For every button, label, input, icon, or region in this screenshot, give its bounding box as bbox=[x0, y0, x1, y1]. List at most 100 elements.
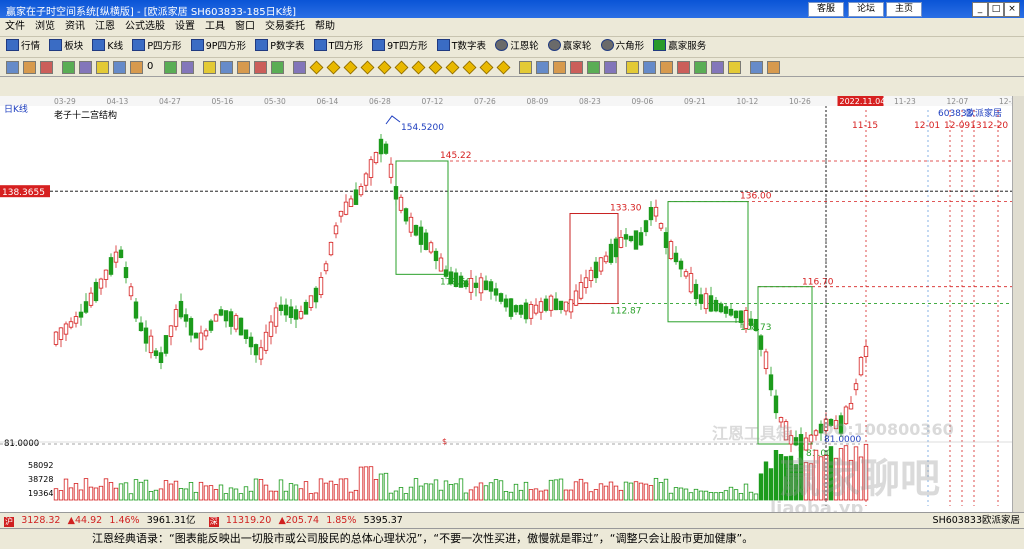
stretch-icon[interactable] bbox=[164, 61, 177, 74]
arrows-icon[interactable] bbox=[79, 61, 92, 74]
toolbar-9t-square[interactable]: 9T四方形 bbox=[372, 37, 428, 57]
list-icon[interactable] bbox=[113, 61, 126, 74]
toolbar-quotes[interactable]: 行情 bbox=[6, 37, 40, 57]
color-icon[interactable] bbox=[750, 61, 763, 74]
volume-bar bbox=[193, 491, 199, 501]
toolbar-p-table[interactable]: P数字表 bbox=[255, 37, 304, 57]
vertical-scrollbar[interactable] bbox=[1012, 96, 1024, 512]
volume-bar bbox=[568, 489, 574, 501]
calendar-icon[interactable] bbox=[677, 61, 690, 74]
minimize-button[interactable]: _ bbox=[972, 2, 988, 17]
tree-icon[interactable] bbox=[570, 61, 583, 74]
diamond-icon[interactable] bbox=[360, 60, 375, 75]
calc-icon[interactable] bbox=[96, 61, 109, 74]
candle-body bbox=[743, 310, 749, 329]
toolbar-gann-wheel[interactable]: 江恩轮 bbox=[495, 37, 539, 57]
volume-bar bbox=[708, 492, 714, 501]
diamond-icon[interactable] bbox=[411, 60, 426, 75]
volume-bar bbox=[563, 489, 569, 501]
play-icon[interactable] bbox=[237, 61, 250, 74]
menu-help[interactable]: 帮助 bbox=[310, 18, 340, 36]
toolbar-9p-square[interactable]: 9P四方形 bbox=[190, 37, 246, 57]
menu-info[interactable]: 资讯 bbox=[60, 18, 90, 36]
first-icon[interactable] bbox=[220, 61, 233, 74]
menu-trade[interactable]: 交易委托 bbox=[260, 18, 310, 36]
calendar-icon[interactable] bbox=[711, 61, 724, 74]
sh-index-pct: 1.46% bbox=[109, 515, 140, 526]
flag-icon[interactable] bbox=[203, 61, 216, 74]
toolbar-t-square[interactable]: T四方形 bbox=[313, 37, 363, 57]
calendar-icon[interactable] bbox=[660, 61, 673, 74]
diamond-icon[interactable] bbox=[445, 60, 460, 75]
forum-button[interactable]: 论坛 bbox=[848, 2, 884, 17]
diamond-icon[interactable] bbox=[479, 60, 494, 75]
hexagon-icon bbox=[600, 39, 614, 51]
candle-body bbox=[553, 298, 559, 311]
chart-icon[interactable] bbox=[40, 61, 53, 74]
gann-wheel-icon bbox=[495, 39, 509, 51]
candle-body bbox=[613, 238, 619, 258]
diamond-icon[interactable] bbox=[343, 60, 358, 75]
prev-icon[interactable] bbox=[254, 61, 267, 74]
toolbar-service[interactable]: 赢家服务 bbox=[653, 37, 706, 57]
grid-icon[interactable] bbox=[23, 61, 36, 74]
cursor-icon[interactable] bbox=[553, 61, 566, 74]
close-button[interactable]: × bbox=[1004, 2, 1020, 17]
volume-bar bbox=[218, 484, 224, 501]
volume-bar bbox=[523, 481, 529, 501]
diamond-icon[interactable] bbox=[326, 60, 341, 75]
tree-icon[interactable] bbox=[587, 61, 600, 74]
candle-body bbox=[543, 298, 549, 311]
stop-icon[interactable] bbox=[6, 61, 19, 74]
candle-body bbox=[738, 310, 744, 323]
search-icon[interactable] bbox=[130, 61, 143, 74]
maximize-button[interactable]: □ bbox=[988, 2, 1004, 17]
diamond-icon[interactable] bbox=[462, 60, 477, 75]
volume-bar bbox=[208, 485, 214, 501]
tree-icon[interactable] bbox=[604, 61, 617, 74]
menu-file[interactable]: 文件 bbox=[0, 18, 30, 36]
next-icon[interactable] bbox=[271, 61, 284, 74]
volume-bar bbox=[368, 466, 374, 501]
toolbar-sectors[interactable]: 板块 bbox=[49, 37, 83, 57]
diamond-icon[interactable] bbox=[309, 60, 324, 75]
diamond-icon[interactable] bbox=[377, 60, 392, 75]
home-button[interactable]: 主页 bbox=[886, 2, 922, 17]
diamond-icon[interactable] bbox=[428, 60, 443, 75]
toolbar-hexagon[interactable]: 六角形 bbox=[600, 37, 644, 57]
pie-icon[interactable] bbox=[767, 61, 780, 74]
menu-settings[interactable]: 设置 bbox=[170, 18, 200, 36]
menu-formula[interactable]: 公式选股 bbox=[120, 18, 170, 36]
diamond-icon[interactable] bbox=[496, 60, 511, 75]
box3-top-label: 136.00 bbox=[740, 192, 772, 202]
service-button[interactable]: 客服 bbox=[808, 2, 844, 17]
volume-bar bbox=[678, 487, 684, 501]
volume-bar bbox=[98, 485, 104, 501]
calendar-icon[interactable] bbox=[626, 61, 639, 74]
menu-tools[interactable]: 工具 bbox=[200, 18, 230, 36]
volume-bar bbox=[263, 484, 269, 501]
menu-browse[interactable]: 浏览 bbox=[30, 18, 60, 36]
calendar-icon[interactable] bbox=[643, 61, 656, 74]
toolbar-kline[interactable]: K线 bbox=[92, 37, 123, 57]
refresh-icon[interactable] bbox=[181, 61, 194, 74]
calendar-icon[interactable] bbox=[728, 61, 741, 74]
candle-body bbox=[93, 281, 99, 302]
crosshair-icon[interactable] bbox=[293, 61, 306, 74]
hand-icon[interactable] bbox=[519, 61, 532, 74]
diamond-icon[interactable] bbox=[394, 60, 409, 75]
toolbar-t-table[interactable]: T数字表 bbox=[436, 37, 486, 57]
menu-window[interactable]: 窗口 bbox=[230, 18, 260, 36]
split-icon[interactable] bbox=[62, 61, 75, 74]
candle-body bbox=[228, 311, 234, 327]
toolbar-p-square[interactable]: P四方形 bbox=[132, 37, 182, 57]
zero-label[interactable]: 0 bbox=[147, 61, 158, 72]
calendar-icon[interactable] bbox=[694, 61, 707, 74]
volume-bar bbox=[63, 478, 69, 501]
plus-icon[interactable] bbox=[536, 61, 549, 74]
volume-bar bbox=[203, 485, 209, 501]
menu-gann[interactable]: 江恩 bbox=[90, 18, 120, 36]
toolbar-label: P四方形 bbox=[147, 41, 182, 52]
toolbar-winner-wheel[interactable]: 赢家轮 bbox=[547, 37, 591, 57]
volume-bar bbox=[353, 489, 359, 501]
